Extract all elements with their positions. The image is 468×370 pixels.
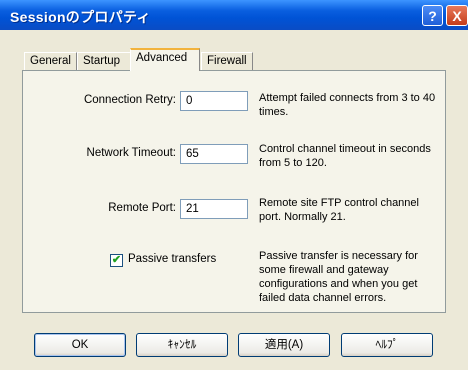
apply-button[interactable]: 適用(A)	[238, 333, 330, 357]
connection-retry-label: Connection Retry:	[83, 94, 176, 106]
remote-port-label: Remote Port:	[108, 202, 176, 214]
passive-transfers-checkbox[interactable]: ✔	[110, 254, 123, 267]
tab-firewall[interactable]: Firewall	[201, 52, 253, 70]
tab-startup[interactable]: Startup	[77, 52, 132, 70]
remote-port-input[interactable]	[180, 199, 248, 219]
ok-button[interactable]: OK	[34, 333, 126, 357]
network-timeout-description: Control channel timeout in seconds from …	[259, 143, 431, 169]
passive-transfers-description: Passive transfer is necessary for some f…	[259, 250, 418, 304]
advanced-panel: Connection Retry: Attempt failed connect…	[22, 70, 446, 313]
title-bar[interactable]: Sessionのプロパティ ? X	[0, 0, 468, 30]
tab-general[interactable]: General	[24, 52, 77, 70]
tab-advanced[interactable]: Advanced	[130, 48, 200, 71]
network-timeout-input[interactable]	[180, 144, 248, 164]
close-icon[interactable]: X	[446, 5, 468, 26]
help-icon[interactable]: ?	[422, 5, 443, 26]
connection-retry-description: Attempt failed connects from 3 to 40 tim…	[259, 92, 436, 118]
window-title: Sessionのプロパティ	[10, 9, 151, 25]
help-button[interactable]: ﾍﾙﾌﾟ	[341, 333, 433, 357]
remote-port-description: Remote site FTP control channel port. No…	[259, 197, 419, 223]
properties-dialog: Sessionのプロパティ ? X General Startup Advanc…	[0, 0, 468, 370]
passive-transfers-label[interactable]: Passive transfers	[128, 253, 248, 265]
connection-retry-input[interactable]	[180, 91, 248, 111]
cancel-button[interactable]: ｷｬﾝｾﾙ	[136, 333, 228, 357]
network-timeout-label: Network Timeout:	[86, 147, 176, 159]
